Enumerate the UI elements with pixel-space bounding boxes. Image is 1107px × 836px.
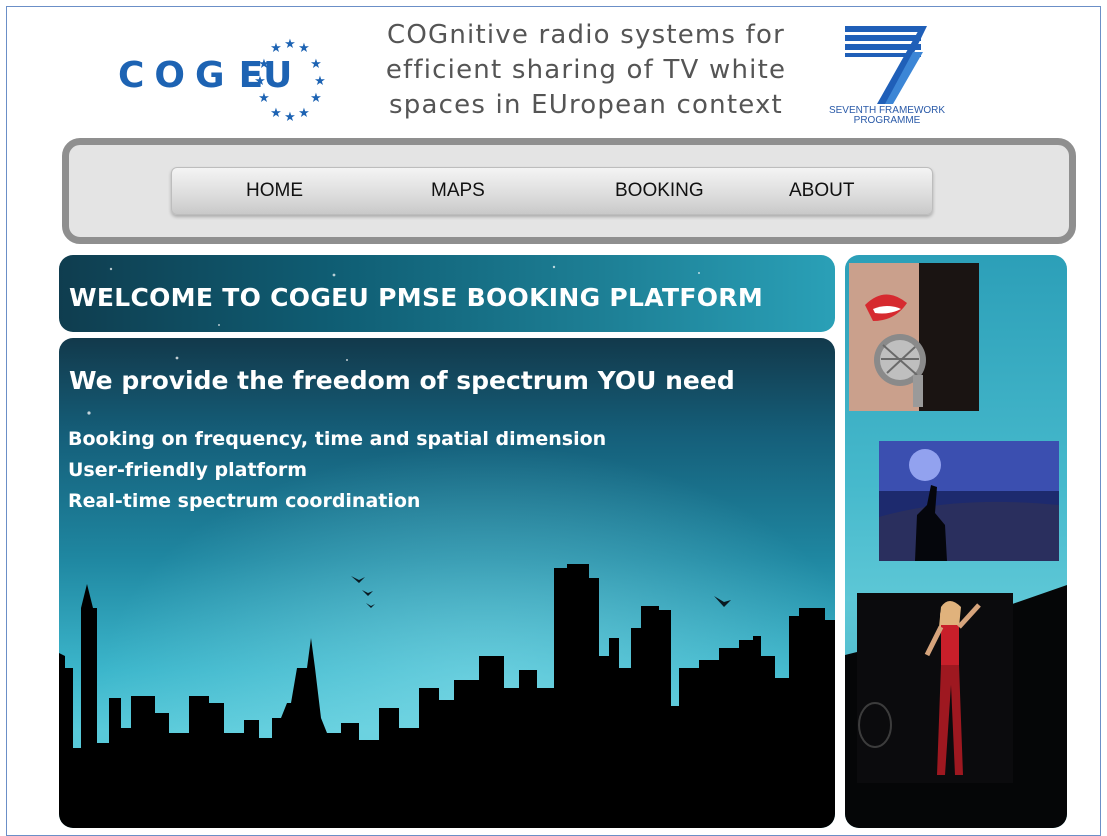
welcome-banner: WELCOME TO COGEU PMSE BOOKING PLATFORM <box>59 255 835 332</box>
navigation-container: HOME MAPS BOOKING ABOUT <box>62 138 1076 244</box>
side-image-panel <box>845 255 1067 828</box>
nav-maps[interactable]: MAPS <box>431 180 485 202</box>
hero-tagline: We provide the freedom of spectrum YOU n… <box>69 366 735 395</box>
svg-text:★: ★ <box>258 91 270 106</box>
project-headline: COGnitive radio systems for efficient sh… <box>356 18 816 123</box>
stage-performer-photo <box>857 593 1013 783</box>
svg-text:★: ★ <box>270 106 282 121</box>
hero-panel: We provide the freedom of spectrum YOU n… <box>59 338 835 828</box>
side-panel-art <box>845 263 1067 828</box>
svg-text:★: ★ <box>314 74 326 89</box>
svg-text:★: ★ <box>310 57 322 72</box>
svg-text:★: ★ <box>258 57 270 72</box>
feature-item-1: Booking on frequency, time and spatial d… <box>68 428 607 450</box>
svg-text:★: ★ <box>284 37 296 52</box>
fp7-logo[interactable]: SEVENTH FRAMEWORK PROGRAMME <box>827 22 947 132</box>
fp7-seven-icon <box>845 26 927 104</box>
svg-text:★: ★ <box>298 106 310 121</box>
svg-text:★: ★ <box>254 74 266 89</box>
svg-text:★: ★ <box>298 41 310 56</box>
svg-text:★: ★ <box>310 91 322 106</box>
fp7-caption-line-2: PROGRAMME <box>853 115 921 126</box>
svg-text:★: ★ <box>284 110 296 125</box>
feature-item-3: Real-time spectrum coordination <box>68 490 421 512</box>
nav-about[interactable]: ABOUT <box>789 180 854 202</box>
eu-stars-icon: ★ ★ ★ ★ ★ ★ ★ ★ ★ ★ ★ ★ <box>254 37 326 125</box>
headline-line-3: spaces in EUropean context <box>389 90 783 120</box>
feature-item-2: User-friendly platform <box>68 459 308 481</box>
fp7-caption: SEVENTH FRAMEWORK PROGRAMME <box>827 106 947 126</box>
nav-bar: HOME MAPS BOOKING ABOUT <box>171 167 933 215</box>
singer-microphone-photo <box>849 263 979 411</box>
cogeu-logo[interactable]: COG EU ★ ★ ★ ★ ★ ★ ★ ★ ★ ★ ★ ★ <box>118 35 338 125</box>
city-skyline-image <box>59 338 835 828</box>
welcome-title: WELCOME TO COGEU PMSE BOOKING PLATFORM <box>69 283 763 312</box>
headline-line-1: COGnitive radio systems for <box>386 20 785 50</box>
nav-home[interactable]: HOME <box>246 180 303 202</box>
svg-text:★: ★ <box>270 41 282 56</box>
concert-crowd-photo <box>879 441 1059 561</box>
logo-cog-text: COG <box>118 55 235 96</box>
headline-line-2: efficient sharing of TV white <box>385 55 787 85</box>
nav-booking[interactable]: BOOKING <box>615 180 704 202</box>
